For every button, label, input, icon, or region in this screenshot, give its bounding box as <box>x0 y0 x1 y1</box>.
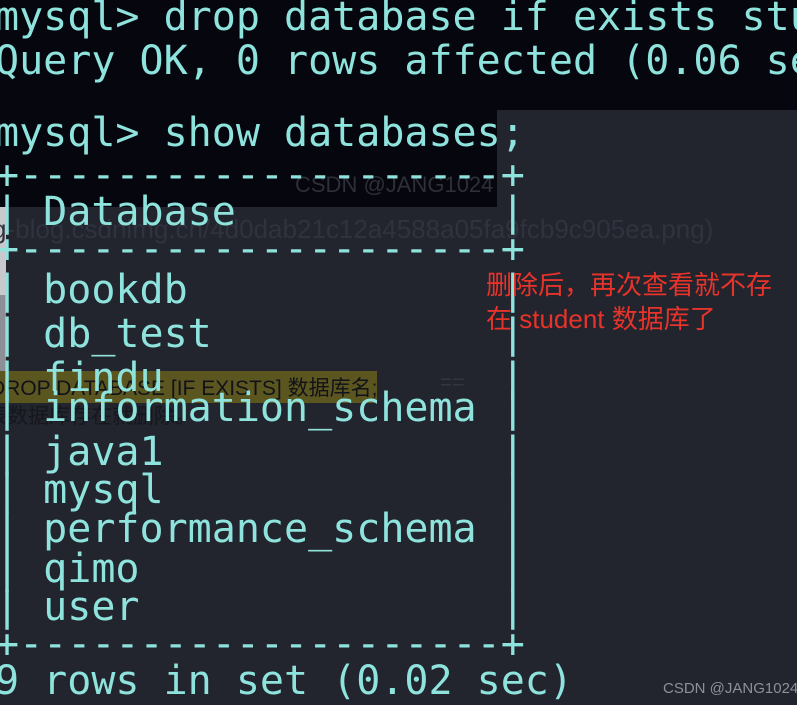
terminal-screenshot: se student; e changed g-blog.csdnimg.cn/… <box>0 0 797 705</box>
terminal-line-8: | db_test | <box>0 311 525 357</box>
terminal-line-0: mysql> drop database if exists student; <box>0 0 797 40</box>
terminal-line-17: 9 rows in set (0.02 sec) <box>0 658 573 704</box>
watermark-bottom-right: CSDN @JANG1024 <box>663 680 797 697</box>
terminal-line-3: mysql> show databases; <box>0 110 525 156</box>
terminal-output: mysql> drop database if exists student; … <box>0 0 797 705</box>
terminal-line-1: Query OK, 0 rows affected (0.06 sec) <box>0 38 797 84</box>
terminal-line-7: | bookdb | <box>0 267 525 313</box>
terminal-line-10: | information_schema | <box>0 385 525 431</box>
annotation-text: 删除后，再次查看就不存在 student 数据库了 <box>486 270 773 334</box>
